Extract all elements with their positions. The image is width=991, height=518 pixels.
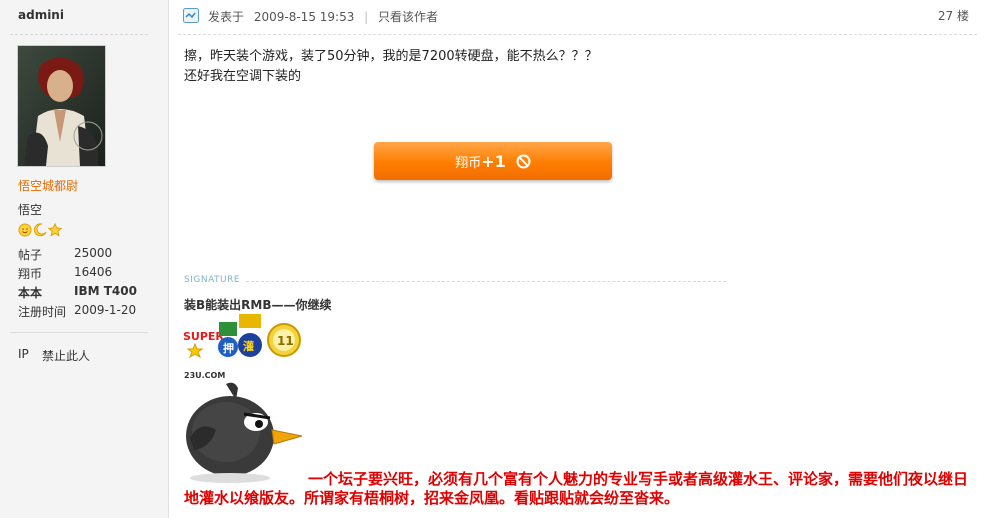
signature-text: 装B能装出RMB——你继续 [184, 298, 332, 312]
signature-badges: SUPER 押 灌 11 [183, 314, 308, 360]
moon-icon [33, 223, 47, 237]
badge-super: SUPER [183, 330, 224, 343]
post-content: 擦，昨天装个游戏，装了50分钟，我的是7200转硬盘，能不热么？？？ 还好我在空… [184, 47, 598, 87]
badge-eleven: 11 [277, 334, 294, 348]
rate-coin-button[interactable]: 翔币+1 [374, 142, 612, 180]
star-icon [48, 223, 62, 237]
nickname: 悟空 [18, 203, 43, 217]
rate-label: 翔币+1 [455, 151, 506, 171]
divider [10, 34, 148, 35]
post-line: 擦，昨天装个游戏，装了50分钟，我的是7200转硬盘，能不热么？？？ [184, 49, 598, 64]
badge-guan: 灌 [243, 339, 254, 353]
post-line: 还好我在空调下装的 [184, 69, 302, 84]
posted-time: 2009-8-15 19:53 [253, 10, 355, 24]
level-icons [18, 223, 62, 237]
ban-user-link[interactable]: 禁止此人 [42, 347, 90, 364]
author-only-link[interactable]: 只看该作者 [378, 10, 438, 24]
avatar[interactable] [17, 45, 106, 167]
posted-label: 发表于 [208, 10, 245, 24]
user-sidebar: admini 悟空城都尉 悟空 帖子 25000 翔币 16406 本本 IBM… [0, 0, 169, 518]
floor-number[interactable]: 27 楼 [938, 7, 969, 24]
separator: | [364, 10, 369, 24]
badge-ya: 押 [223, 341, 234, 355]
username[interactable]: admini [18, 8, 64, 22]
signature-divider [246, 281, 726, 282]
signature-slogan: 一个坛子要兴旺，必须有几个富有个人魅力的专业写手或者高级灌水王、评论家，需要他们… [184, 470, 969, 507]
prohibit-icon [516, 154, 531, 169]
signature-label: SIGNATURE [184, 275, 241, 285]
rank-title: 悟空城都尉 [18, 179, 79, 193]
ip-link[interactable]: IP [18, 347, 29, 361]
post-meta: 发表于 2009-8-15 19:53 | 只看该作者 [208, 8, 438, 25]
divider [178, 34, 977, 35]
divider [10, 332, 148, 333]
post-icon [183, 8, 199, 23]
sun-icon [18, 223, 32, 237]
